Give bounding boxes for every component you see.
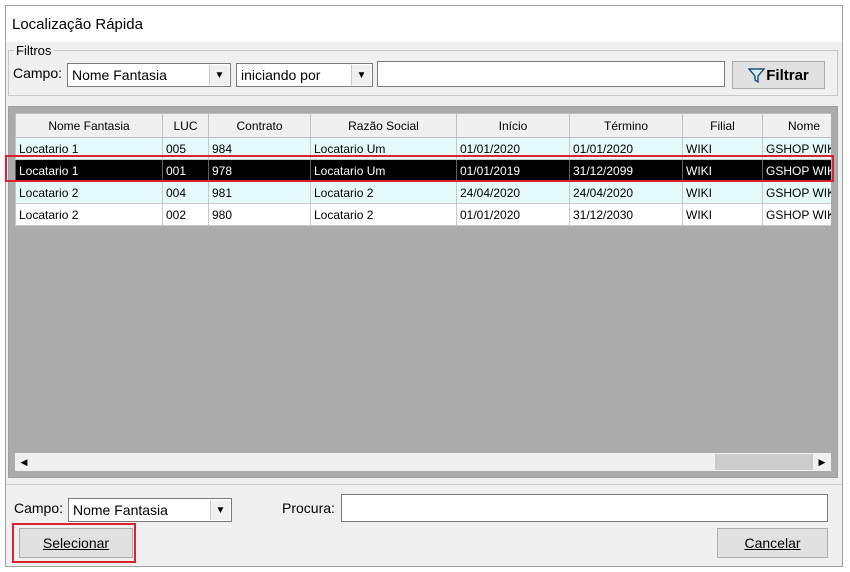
table-cell: Locatario 2 <box>310 203 457 226</box>
table-cell: WIKI <box>682 181 763 204</box>
table-cell: 01/01/2020 <box>569 137 683 160</box>
filter-field-label: Campo: <box>13 65 63 81</box>
chevron-down-icon[interactable]: ▼ <box>209 65 229 85</box>
funnel-icon <box>748 67 766 83</box>
table-cell: Locatario 2 <box>310 181 457 204</box>
chevron-down-icon[interactable]: ▼ <box>210 500 230 520</box>
scrollbar-thumb[interactable] <box>715 454 813 470</box>
table-cell: GSHOP WIK <box>762 203 831 226</box>
table-row[interactable]: Locatario 2 002 980 Locatario 2 01/01/20… <box>15 203 831 226</box>
filter-operator-value: iniciando por <box>241 67 321 83</box>
window-title: Localização Rápida <box>12 16 143 33</box>
table-cell: Locatario Um <box>310 137 457 160</box>
column-header[interactable]: Filial <box>682 113 763 138</box>
column-header[interactable]: Término <box>569 113 683 138</box>
table-row-selected[interactable]: Locatario 1 001 978 Locatario Um 01/01/2… <box>15 159 831 182</box>
filter-field-select[interactable]: Nome Fantasia ▼ <box>67 63 231 87</box>
table-row[interactable]: Locatario 1 005 984 Locatario Um 01/01/2… <box>15 137 831 160</box>
results-grid-frame: Nome Fantasia LUC Contrato Razão Social … <box>8 106 838 478</box>
table-cell: 001 <box>162 159 209 182</box>
table-cell: 24/04/2020 <box>569 181 683 204</box>
divider <box>6 484 842 485</box>
table-cell: 01/01/2020 <box>456 203 570 226</box>
table-cell: Locatario 1 <box>15 137 163 160</box>
table-cell: 980 <box>208 203 311 226</box>
column-header[interactable]: Razão Social <box>310 113 457 138</box>
title-bar: Localização Rápida <box>6 6 842 42</box>
table-cell: Locatario 1 <box>15 159 163 182</box>
column-header[interactable]: Nome Fantasia <box>15 113 163 138</box>
table-cell: Locatario Um <box>310 159 457 182</box>
chevron-down-icon[interactable]: ▼ <box>351 65 371 85</box>
results-table: Nome Fantasia LUC Contrato Razão Social … <box>15 113 831 226</box>
table-cell: 004 <box>162 181 209 204</box>
scroll-left-icon[interactable]: ◀ <box>15 453 33 471</box>
table-cell: Locatario 2 <box>15 203 163 226</box>
select-button[interactable]: Selecionar <box>19 528 133 558</box>
scroll-right-icon[interactable]: ▶ <box>813 453 831 471</box>
table-cell: 002 <box>162 203 209 226</box>
column-header[interactable]: Início <box>456 113 570 138</box>
table-cell: WIKI <box>682 203 763 226</box>
filters-group-label: Filtros <box>14 43 54 58</box>
table-cell: 978 <box>208 159 311 182</box>
bottom-field-select[interactable]: Nome Fantasia ▼ <box>68 498 232 522</box>
results-grid[interactable]: Nome Fantasia LUC Contrato Razão Social … <box>15 113 831 447</box>
grid-header-row: Nome Fantasia LUC Contrato Razão Social … <box>15 113 831 138</box>
column-header[interactable]: LUC <box>162 113 209 138</box>
table-cell: WIKI <box>682 159 763 182</box>
cancel-button[interactable]: Cancelar <box>717 528 828 558</box>
table-cell: 31/12/2099 <box>569 159 683 182</box>
table-cell: 31/12/2030 <box>569 203 683 226</box>
column-header[interactable]: Nome <box>762 113 831 138</box>
horizontal-scrollbar[interactable]: ◀ ▶ <box>15 453 831 471</box>
bottom-field-label: Campo: <box>14 500 64 516</box>
table-cell: 981 <box>208 181 311 204</box>
table-cell: 005 <box>162 137 209 160</box>
search-label: Procura: <box>282 500 335 516</box>
table-cell: GSHOP WIK <box>762 181 831 204</box>
column-header[interactable]: Contrato <box>208 113 311 138</box>
table-cell: GSHOP WIK <box>762 159 831 182</box>
table-cell: GSHOP WIK <box>762 137 831 160</box>
search-input[interactable] <box>341 494 828 522</box>
filter-button-label: Filtrar <box>766 66 809 84</box>
table-row[interactable]: Locatario 2 004 981 Locatario 2 24/04/20… <box>15 181 831 204</box>
quick-search-dialog: Localização Rápida Filtros Campo: Nome F… <box>5 5 843 567</box>
table-cell: 984 <box>208 137 311 160</box>
filter-search-input[interactable] <box>377 61 725 87</box>
table-cell: WIKI <box>682 137 763 160</box>
filter-button[interactable]: Filtrar <box>732 61 825 89</box>
filter-operator-select[interactable]: iniciando por ▼ <box>236 63 373 87</box>
bottom-field-value: Nome Fantasia <box>73 502 168 518</box>
table-cell: Locatario 2 <box>15 181 163 204</box>
table-cell: 24/04/2020 <box>456 181 570 204</box>
table-cell: 01/01/2020 <box>456 137 570 160</box>
table-cell: 01/01/2019 <box>456 159 570 182</box>
filter-field-value: Nome Fantasia <box>72 67 167 83</box>
